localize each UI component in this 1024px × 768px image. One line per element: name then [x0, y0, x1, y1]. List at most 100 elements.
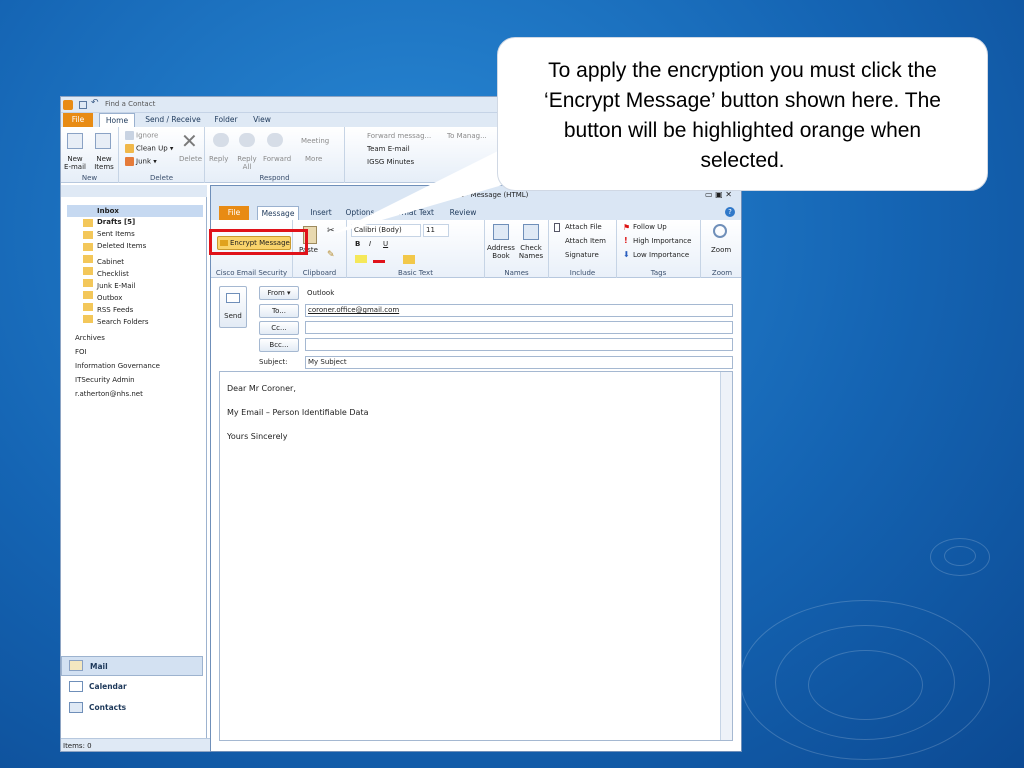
zoom-group: Zoom Zoom — [701, 220, 741, 278]
folder-drafts[interactable]: Drafts [5] — [97, 218, 135, 226]
bcc-field[interactable] — [305, 338, 733, 351]
send-button[interactable]: Send — [219, 286, 247, 328]
tab-file[interactable]: File — [63, 113, 93, 127]
help-icon[interactable]: ? — [725, 207, 735, 217]
high-importance-button[interactable]: High Importance — [633, 237, 691, 245]
bold-button[interactable]: B — [355, 240, 360, 248]
zoom-button[interactable]: Zoom — [711, 246, 731, 254]
vertical-scrollbar[interactable] — [720, 372, 732, 740]
reply-icon — [213, 133, 229, 147]
tab-folder[interactable]: Folder — [211, 113, 241, 127]
to-recipient: coroner.office@gmail.com — [308, 306, 400, 314]
quick-step-forward[interactable]: Forward messag... — [367, 132, 431, 140]
account-archives[interactable]: Archives — [75, 334, 105, 342]
address-book-button[interactable]: Address Book — [487, 244, 515, 260]
italic-button[interactable]: I — [369, 240, 371, 248]
check-names-button[interactable]: Check Names — [517, 244, 545, 260]
folder-search[interactable]: Search Folders — [97, 318, 149, 326]
check-names-icon — [523, 224, 539, 240]
mail-icon — [69, 660, 83, 671]
message-body[interactable]: Dear Mr Coroner, My Email – Person Ident… — [219, 371, 733, 741]
tab-home[interactable]: Home — [99, 113, 135, 127]
encrypt-highlight-box — [209, 229, 308, 255]
account-information-governance[interactable]: Information Governance — [75, 362, 160, 370]
new-email-button[interactable]: New E-mail — [63, 155, 87, 171]
account-ratherton[interactable]: r.atherton@nhs.net — [75, 390, 143, 398]
subject-label: Subject: — [259, 358, 288, 366]
tab-send-receive[interactable]: Send / Receive — [143, 113, 203, 127]
from-value: Outlook — [307, 289, 335, 297]
to-button[interactable]: To... — [259, 304, 299, 318]
msg-tab-file[interactable]: File — [219, 206, 249, 220]
signature-button[interactable]: Signature — [565, 251, 599, 259]
folder-icon — [83, 219, 93, 325]
folder-sent-items[interactable]: Sent Items — [97, 230, 135, 238]
reply-all-icon — [239, 133, 255, 147]
folder-checklist[interactable]: Checklist — [97, 270, 129, 278]
instruction-callout: To apply the encryption you must click t… — [497, 37, 988, 191]
forward-button[interactable]: Forward — [263, 155, 291, 163]
account-foi[interactable]: FOI — [75, 348, 87, 356]
to-field[interactable]: coroner.office@gmail.com — [305, 304, 733, 317]
tags-group: Follow Up High Importance Low Importance… — [617, 220, 701, 278]
forward-icon — [267, 133, 283, 147]
exclamation-icon: ! — [624, 236, 628, 245]
envelope-icon — [67, 133, 83, 149]
find-contact-field[interactable]: Find a Contact — [105, 100, 155, 108]
undo-icon[interactable]: ↶ — [91, 98, 99, 108]
new-items-button[interactable]: New Items — [91, 155, 117, 171]
paperclip-icon — [554, 223, 560, 232]
contacts-icon — [69, 702, 83, 713]
callout-pointer — [330, 150, 520, 235]
down-arrow-icon: ⬇ — [623, 250, 630, 259]
quick-step-to-manager[interactable]: To Manag... — [447, 132, 487, 140]
tab-view[interactable]: View — [249, 113, 275, 127]
ignore-icon — [125, 131, 134, 140]
meeting-button[interactable]: Meeting — [301, 137, 329, 145]
attach-file-button[interactable]: Attach File — [565, 223, 602, 231]
bcc-button[interactable]: Bcc... — [259, 338, 299, 352]
include-group-label: Include — [569, 269, 596, 277]
msg-tab-message[interactable]: Message — [257, 206, 299, 220]
folder-cabinet[interactable]: Cabinet — [97, 258, 124, 266]
folder-pane-header — [61, 185, 207, 197]
outlook-logo-icon — [63, 100, 73, 110]
delete-button[interactable]: Delete — [179, 155, 202, 163]
format-painter-icon[interactable]: ✎ — [327, 250, 335, 260]
cc-field[interactable] — [305, 321, 733, 334]
ignore-label: Ignore — [136, 131, 159, 140]
account-itsecurity-admin[interactable]: ITSecurity Admin — [75, 376, 135, 384]
follow-up-button[interactable]: Follow Up — [633, 223, 667, 231]
from-button[interactable]: From ▾ — [259, 286, 299, 300]
delete-x-icon[interactable]: ✕ — [181, 129, 198, 153]
attach-item-button[interactable]: Attach Item — [565, 237, 606, 245]
underline-button[interactable]: U — [383, 240, 388, 248]
send-icon — [226, 293, 240, 303]
clean-up-button[interactable]: Clean Up ▾ — [125, 144, 173, 153]
reply-all-button[interactable]: Reply All — [237, 155, 257, 171]
folder-junk[interactable]: Junk E-Mail — [97, 282, 135, 290]
highlight-icon[interactable] — [355, 255, 367, 263]
zoom-icon — [713, 224, 727, 238]
low-importance-button[interactable]: Low Importance — [633, 251, 689, 259]
delete-group: Ignore Clean Up ▾ Junk ▾ ✕ Delete Delete — [119, 127, 205, 183]
folder-outbox[interactable]: Outbox — [97, 294, 122, 302]
folder-deleted-items[interactable]: Deleted Items — [97, 242, 146, 250]
folder-rss[interactable]: RSS Feeds — [97, 306, 133, 314]
decorative-ring — [944, 546, 976, 566]
calendar-icon — [69, 681, 83, 692]
body-line-content: My Email – Person Identifiable Data — [227, 408, 369, 417]
clean-up-icon — [125, 144, 134, 153]
ignore-button[interactable]: Ignore — [125, 131, 158, 140]
junk-button[interactable]: Junk ▾ — [125, 157, 157, 166]
cc-button[interactable]: Cc... — [259, 321, 299, 335]
font-color-icon[interactable] — [373, 255, 385, 263]
include-group: Attach File Attach Item Signature Includ… — [549, 220, 617, 278]
subject-field[interactable]: My Subject — [305, 356, 733, 369]
send-label: Send — [224, 312, 242, 320]
zoom-group-label: Zoom — [711, 269, 733, 277]
align-left-icon[interactable] — [403, 255, 415, 264]
reply-button[interactable]: Reply — [209, 155, 228, 163]
save-icon[interactable] — [79, 101, 87, 109]
folder-inbox[interactable]: Inbox — [67, 205, 203, 217]
